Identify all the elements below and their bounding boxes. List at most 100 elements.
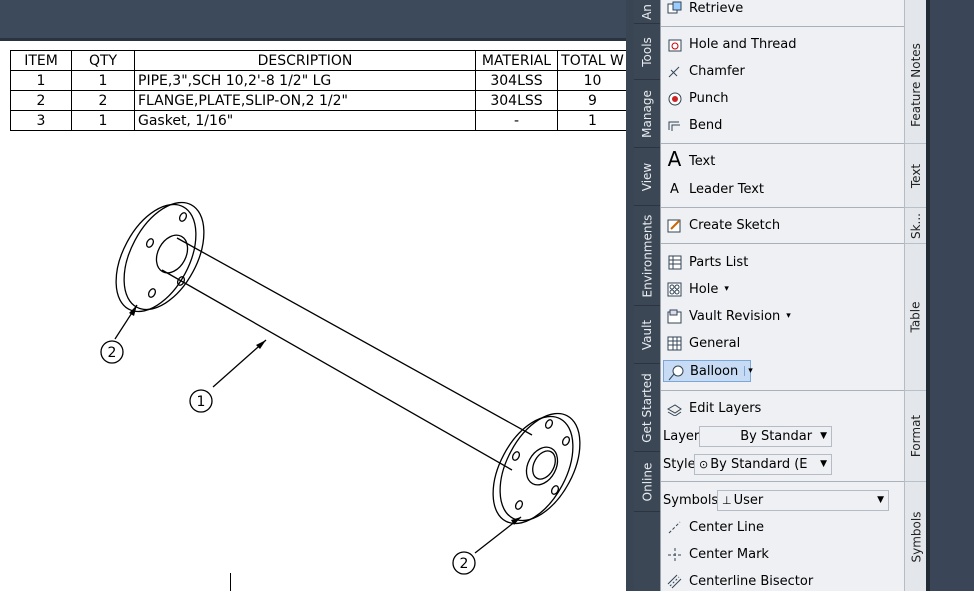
group-table[interactable]: Table <box>905 244 927 391</box>
edit-layers-button[interactable]: Edit Layers <box>663 397 761 419</box>
style-label: Style <box>663 456 696 472</box>
cell-description: Gasket, 1/16" <box>134 110 476 131</box>
retrieve-button[interactable]: Retrieve <box>663 0 743 19</box>
table-row: 2 2 FLANGE,PLATE,SLIP-ON,2 1/2" 304LSS 9 <box>10 90 628 111</box>
layer-select[interactable]: By Standar ▼ <box>699 425 832 447</box>
group-symbols[interactable]: Symbols <box>905 482 927 591</box>
vault-revision-button[interactable]: Vault Revision ▾ <box>663 305 791 327</box>
tab-online[interactable]: Online <box>634 452 660 512</box>
chamfer-icon <box>666 63 683 80</box>
text-label: Text <box>689 153 716 169</box>
center-mark-icon <box>666 546 683 563</box>
chevron-down-icon[interactable]: ▾ <box>744 366 753 376</box>
bolt-hole <box>511 451 521 461</box>
tab-get-started[interactable]: Get Started <box>634 364 660 452</box>
cell-total-weight: 1 <box>557 110 628 131</box>
header-material: MATERIAL <box>475 50 558 71</box>
table-header-row: ITEM QTY DESCRIPTION MATERIAL TOTAL W <box>10 50 628 71</box>
group-format[interactable]: Format <box>905 391 927 482</box>
bend-button[interactable]: Bend <box>663 114 722 136</box>
center-line-label: Center Line <box>689 519 764 535</box>
parts-list-table[interactable]: ITEM QTY DESCRIPTION MATERIAL TOTAL W 1 … <box>10 50 628 131</box>
hole-table-button[interactable]: Hole ▾ <box>663 278 729 300</box>
vault-revision-icon <box>666 308 683 325</box>
symbols-label: Symbols <box>663 492 719 508</box>
separator <box>661 207 905 208</box>
text-button[interactable]: A Text <box>663 147 716 172</box>
parts-list-button[interactable]: Parts List <box>663 251 748 273</box>
balloon-number: 2 <box>460 556 469 572</box>
center-mark-label: Center Mark <box>689 546 769 562</box>
punch-label: Punch <box>689 90 729 106</box>
table-row: 1 1 PIPE,3",SCH 10,2'-8 1/2" LG 304LSS 1… <box>10 70 628 91</box>
balloon-button[interactable]: Balloon ▾ <box>663 360 753 382</box>
chevron-down-icon[interactable]: ▾ <box>786 311 791 321</box>
table-row: 3 1 Gasket, 1/16" - 1 <box>10 110 628 131</box>
style-row: Style ⊙ By Standard (E ▼ <box>663 452 832 476</box>
separator <box>661 243 905 244</box>
separator <box>661 481 905 482</box>
create-sketch-button[interactable]: Create Sketch <box>663 214 780 236</box>
group-sketch[interactable]: Sk... <box>905 208 927 244</box>
bolt-hole <box>514 500 524 510</box>
layer-label: Layer <box>663 428 700 444</box>
bolt-hole <box>145 238 155 248</box>
tab-environments[interactable]: Environments <box>634 206 660 306</box>
separator <box>661 143 905 144</box>
center-line-icon <box>666 519 683 536</box>
centerline-bisector-button[interactable]: Centerline Bisector <box>663 570 813 592</box>
cell-description: PIPE,3",SCH 10,2'-8 1/2" LG <box>134 70 476 91</box>
tab-annotate[interactable]: An <box>634 0 660 24</box>
chamfer-label: Chamfer <box>689 63 745 79</box>
pipe-assembly-drawing[interactable]: 2 1 2 <box>0 180 626 591</box>
style-select[interactable]: ⊙ By Standard (E ▼ <box>694 453 832 475</box>
chevron-down-icon: ▼ <box>820 431 827 441</box>
cell-item: 2 <box>10 90 72 111</box>
hole-thread-label: Hole and Thread <box>689 36 797 52</box>
header-qty: QTY <box>71 50 135 71</box>
left-flange-outer <box>123 201 205 311</box>
group-feature-notes[interactable]: Feature Notes <box>905 27 927 144</box>
cell-qty: 1 <box>71 110 135 131</box>
chamfer-button[interactable]: Chamfer <box>663 60 745 82</box>
cell-item: 3 <box>10 110 72 131</box>
cell-material: - <box>475 110 558 131</box>
retrieve-label: Retrieve <box>689 0 744 16</box>
bolt-hole <box>147 288 157 298</box>
center-mark-button[interactable]: Center Mark <box>663 543 769 565</box>
tab-view[interactable]: View <box>634 148 660 206</box>
layer-row: Layer By Standar ▼ <box>663 424 832 448</box>
pipe-bottom-edge <box>161 269 513 471</box>
group-text[interactable]: Text <box>905 144 927 208</box>
general-table-button[interactable]: General <box>663 332 740 354</box>
left-flange-bore <box>155 234 189 274</box>
edit-layers-label: Edit Layers <box>689 400 762 416</box>
tab-vault[interactable]: Vault <box>634 306 660 364</box>
punch-button[interactable]: Punch <box>663 87 728 109</box>
separator <box>661 390 905 391</box>
palette-right-frame <box>926 0 974 591</box>
cell-total-weight: 9 <box>557 90 628 111</box>
palette-scrollbar-track[interactable] <box>926 0 930 591</box>
tab-tools[interactable]: Tools <box>634 24 660 80</box>
cell-qty: 1 <box>71 70 135 91</box>
general-table-icon <box>666 335 683 352</box>
balloon-number: 1 <box>197 394 206 410</box>
balloon-style-icon: ⊙ <box>699 457 709 471</box>
leader-text-button[interactable]: A Leader Text <box>663 178 764 200</box>
chevron-down-icon[interactable]: ▾ <box>724 284 729 294</box>
symbols-row: Symbols ⊥ User ▼ <box>663 488 889 512</box>
centerline-bisector-icon <box>666 573 683 590</box>
hole-and-thread-button[interactable]: Hole and Thread <box>663 33 797 55</box>
chevron-down-icon: ▼ <box>820 459 827 469</box>
hole-label: Hole <box>689 281 719 297</box>
symbols-select[interactable]: ⊥ User ▼ <box>717 489 889 511</box>
tab-manage[interactable]: Manage <box>634 80 660 148</box>
bolt-hole <box>178 212 188 222</box>
leader-text-icon: A <box>670 182 679 197</box>
layer-value: By Standar <box>740 428 813 444</box>
vault-revision-label: Vault Revision <box>689 308 781 324</box>
tool-panel: Retrieve Hole and Thread Chamfer Punch B… <box>660 0 905 592</box>
center-line-button[interactable]: Center Line <box>663 516 764 538</box>
bend-label: Bend <box>689 117 723 133</box>
